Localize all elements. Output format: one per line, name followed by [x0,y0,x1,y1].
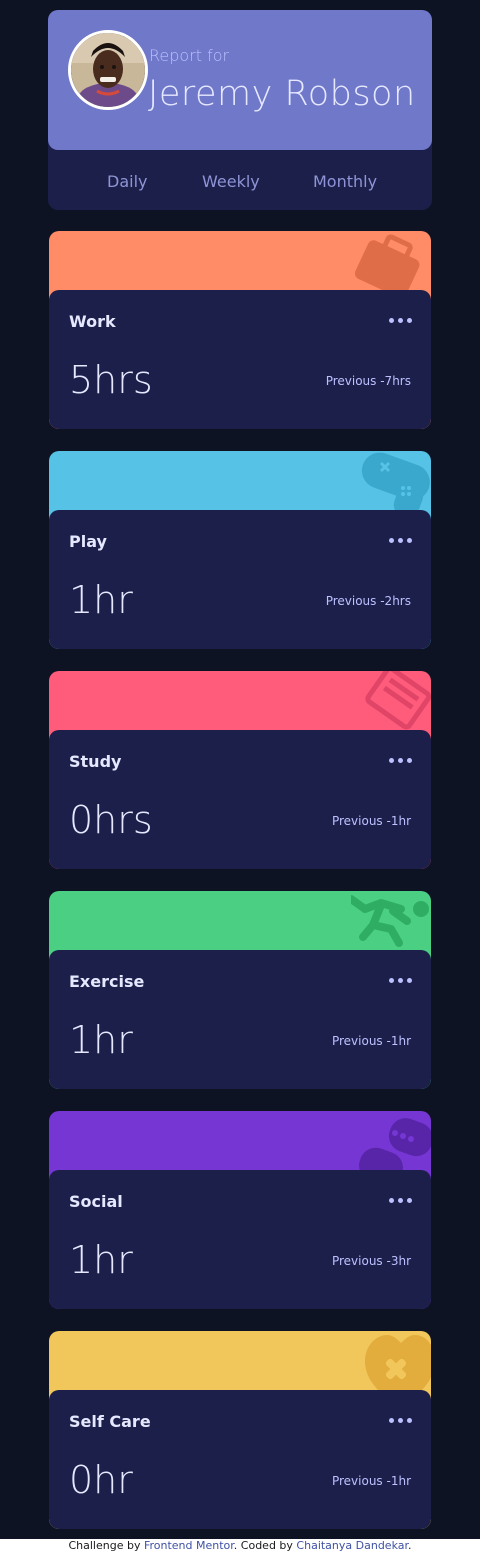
previous-hours: Previous -1hr [331,1474,411,1488]
user-name: Jeremy Robson [148,74,416,114]
gamepad-icon [361,452,430,513]
tab-daily[interactable]: Daily [107,172,147,191]
ellipsis-icon[interactable] [389,1194,413,1206]
profile-card: Report for Jeremy Robson Daily Weekly Mo… [48,10,432,210]
card-title: Study [69,752,122,771]
card-title: Work [69,312,116,331]
ellipsis-icon[interactable] [389,754,413,766]
card-body: Study 0hrs Previous -1hr [49,730,431,869]
card-title: Social [69,1192,123,1211]
previous-hours: Previous -3hr [331,1254,411,1268]
tab-monthly[interactable]: Monthly [313,172,377,191]
previous-hours: Previous -1hr [331,814,411,828]
author-link[interactable]: Chaitanya Dandekar [296,1539,408,1552]
card-self-care: Self Care 0hr Previous -1hr [49,1331,431,1529]
frontend-mentor-link[interactable]: Frontend Mentor [144,1539,234,1552]
current-hours: 5hrs [69,358,153,402]
card-social: Social 1hr Previous -3hr [49,1111,431,1309]
ellipsis-icon[interactable] [389,314,413,326]
card-work: Work 5hrs Previous -7hrs [49,231,431,429]
books-icon [365,671,431,730]
previous-hours: Previous -2hrs [325,594,411,608]
card-body: Social 1hr Previous -3hr [49,1170,431,1309]
card-body: Exercise 1hr Previous -1hr [49,950,431,1089]
briefcase-icon [354,234,420,293]
report-for-label: Report for [149,46,230,65]
card-body: Play 1hr Previous -2hrs [49,510,431,649]
attribution-footer: Challenge by Frontend Mentor. Coded by C… [0,1539,480,1553]
ellipsis-icon[interactable] [389,534,413,546]
card-play: Play 1hr Previous -2hrs [49,451,431,649]
current-hours: 1hr [69,1018,133,1062]
card-title: Self Care [69,1412,151,1431]
period-tabs: Daily Weekly Monthly [48,150,432,210]
avatar [68,30,148,110]
chat-bubbles-icon [359,1118,431,1173]
footer-suffix: . [408,1539,412,1552]
current-hours: 1hr [69,578,133,622]
card-exercise: Exercise 1hr Previous -1hr [49,891,431,1089]
footer-prefix: Challenge by [68,1539,144,1552]
card-title: Exercise [69,972,145,991]
ellipsis-icon[interactable] [389,974,413,986]
footer-middle: . Coded by [233,1539,297,1552]
heart-bandage-icon [365,1335,431,1393]
card-title: Play [69,532,107,551]
running-figure-icon [351,895,429,947]
card-body: Work 5hrs Previous -7hrs [49,290,431,429]
profile-header: Report for Jeremy Robson [48,10,432,150]
previous-hours: Previous -1hr [331,1034,411,1048]
card-body: Self Care 0hr Previous -1hr [49,1390,431,1529]
current-hours: 0hr [69,1458,133,1502]
current-hours: 0hrs [69,798,153,842]
tab-weekly[interactable]: Weekly [202,172,260,191]
card-study: Study 0hrs Previous -1hr [49,671,431,869]
previous-hours: Previous -7hrs [325,374,411,388]
current-hours: 1hr [69,1238,133,1282]
ellipsis-icon[interactable] [389,1414,413,1426]
